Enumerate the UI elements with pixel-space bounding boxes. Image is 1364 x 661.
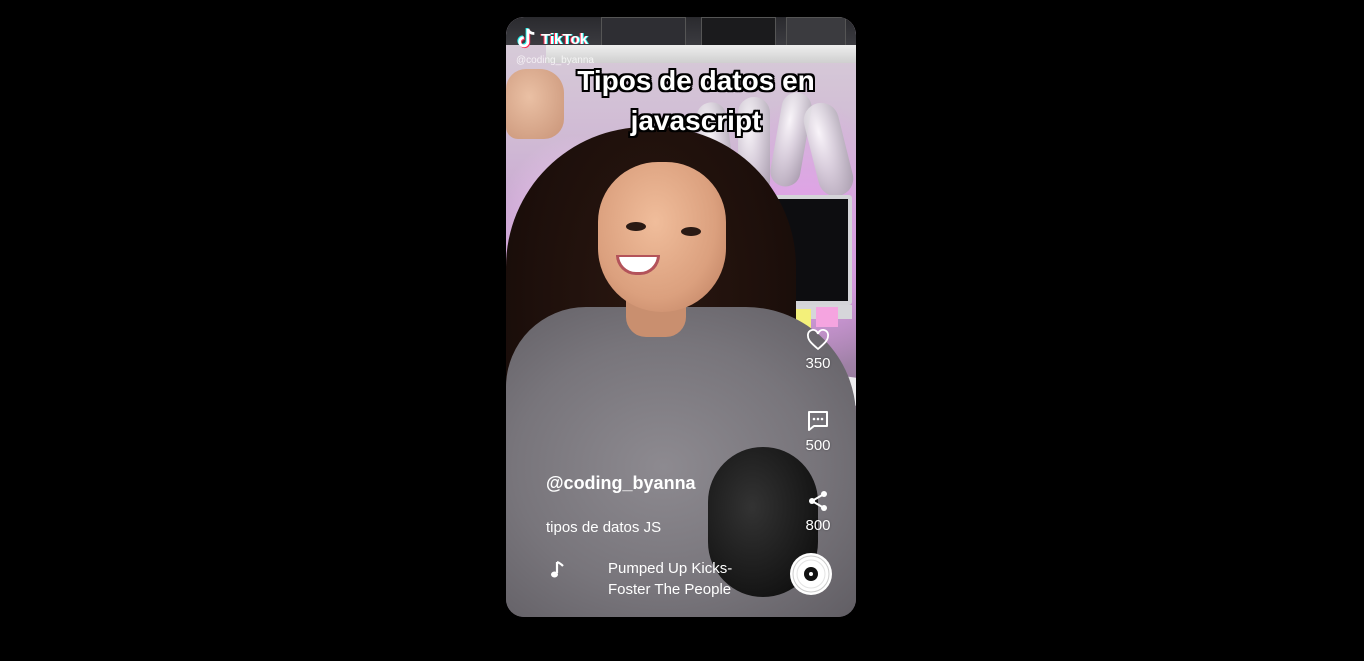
person-face (598, 162, 726, 312)
person-eye (626, 222, 646, 231)
music-disc-button[interactable] (790, 553, 832, 595)
share-icon (809, 491, 827, 511)
tiktok-note-icon (517, 28, 535, 49)
video-author[interactable]: @coding_byanna (546, 473, 696, 494)
comment-button[interactable]: 500 (793, 409, 843, 454)
video-description: tipos de datos JS (546, 519, 662, 536)
like-button[interactable]: 350 (793, 329, 843, 372)
tiktok-wordmark: TikTok (541, 30, 588, 48)
video-caption: Tipos de datos en javascript (577, 65, 815, 136)
person-eye (681, 227, 701, 236)
heart-outline-icon (807, 329, 829, 351)
share-button[interactable]: 800 (793, 489, 843, 534)
sticky-note (816, 307, 838, 327)
tiktok-logo: TikTok (516, 27, 588, 51)
music-note-icon (551, 560, 564, 578)
song-title[interactable]: Pumped Up Kicks- Foster The People (608, 558, 762, 604)
comment-icon (808, 411, 828, 431)
page: TikTok @coding_byanna Tipos de datos en … (0, 0, 1364, 661)
shelf-box (601, 17, 686, 47)
video-player[interactable]: TikTok @coding_byanna Tipos de datos en … (506, 17, 856, 617)
comment-count: 500 (805, 437, 831, 454)
shelf-box (701, 17, 776, 47)
vinyl-disc-icon (792, 555, 830, 593)
share-count: 800 (805, 517, 831, 534)
shelf-box (786, 17, 846, 47)
like-count: 350 (805, 355, 831, 372)
